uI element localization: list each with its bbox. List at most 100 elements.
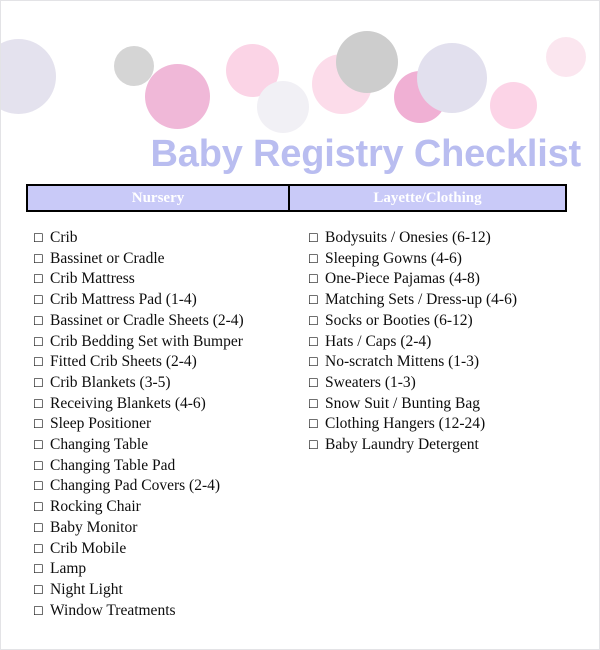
checklist-item[interactable]: ☐ Crib Mobile [33,539,303,560]
checklist-item-label: Crib Mattress Pad (1-4) [50,291,197,309]
checklist-item[interactable]: ☐ Rocking Chair [33,497,303,518]
checkbox-icon[interactable]: ☐ [33,311,50,332]
checklist-item-label: Bassinet or Cradle [50,249,165,267]
decorative-circle [546,37,586,77]
checklist-item-label: Changing Table [50,436,149,454]
checklist-item[interactable]: ☐ Matching Sets / Dress-up (4-6) [308,290,588,311]
checklist-item[interactable]: ☐ Baby Laundry Detergent [308,435,588,456]
checklist-item[interactable]: ☐ Crib Bedding Set with Bumper [33,332,303,353]
checklist-item[interactable]: ☐ Fitted Crib Sheets (2-4) [33,352,303,373]
checklist-item[interactable]: ☐ Lamp [33,559,303,580]
checklist-item[interactable]: ☐ Sleep Positioner [33,414,303,435]
checklist-item[interactable]: ☐ Bassinet or Cradle [33,249,303,270]
checklist-item-label: Sweaters (1-3) [325,373,416,391]
checkbox-icon[interactable]: ☐ [33,373,50,394]
checklist-nursery: ☐ Crib ☐ Bassinet or Cradle ☐ Crib Mattress ☐ C… [33,228,303,621]
checklist-item-label: Crib [50,229,78,246]
checkbox-icon[interactable]: ☐ [308,435,325,456]
checkbox-icon[interactable]: ☐ [33,352,50,373]
checkbox-icon[interactable]: ☐ [33,269,50,290]
checklist-item-label: Bassinet or Cradle Sheets (2-4) [50,311,244,329]
checkbox-icon[interactable]: ☐ [308,414,325,435]
decorative-bubble-band [1,1,599,136]
checklist-item-label: Window Treatments [50,601,176,619]
checklist-item-label: Receiving Blankets (4-6) [50,394,206,412]
decorative-circle [417,43,487,113]
checklist-item-label: Snow Suit / Bunting Bag [325,394,481,412]
checkbox-icon[interactable]: ☐ [33,332,50,353]
checkbox-icon[interactable]: ☐ [33,539,50,560]
checkbox-icon[interactable]: ☐ [33,414,50,435]
checklist-item-label: Clothing Hangers (12-24) [325,415,486,433]
checkbox-icon[interactable]: ☐ [33,394,50,415]
column-header-nursery: Nursery [28,186,290,210]
checkbox-icon[interactable]: ☐ [308,332,325,353]
checkbox-icon[interactable]: ☐ [308,269,325,290]
checkbox-icon[interactable]: ☐ [33,228,50,249]
checklist-item[interactable]: ☐ Window Treatments [33,601,303,622]
checklist-item[interactable]: ☐ Baby Monitor [33,518,303,539]
checkbox-icon[interactable]: ☐ [308,290,325,311]
checklist-item[interactable]: ☐ Sweaters (1-3) [308,373,588,394]
checklist-item[interactable]: ☐ Crib [33,228,303,249]
checklist-item-label: One-Piece Pajamas (4-8) [325,270,480,288]
checklist-item[interactable]: ☐ Changing Pad Covers (2-4) [33,476,303,497]
page-title: Baby Registry Checklist [150,133,582,175]
checklist-item-label: Hats / Caps (2-4) [325,332,432,350]
checkbox-icon[interactable]: ☐ [308,311,325,332]
checkbox-icon[interactable]: ☐ [33,601,50,622]
checklist-item-label: Sleeping Gowns (4-6) [325,249,462,267]
checklist-item-label: Crib Mattress [50,270,135,288]
checklist-item-label: Baby Monitor [50,518,138,536]
checklist-item-label: Crib Blankets (3-5) [50,373,171,391]
checklist-item-label: Baby Laundry Detergent [325,436,479,454]
decorative-circle [336,31,398,93]
checklist-item-label: Sleep Positioner [50,415,152,433]
checklist-item[interactable]: ☐ Bassinet or Cradle Sheets (2-4) [33,311,303,332]
checkbox-icon[interactable]: ☐ [308,373,325,394]
checkbox-icon[interactable]: ☐ [33,456,50,477]
decorative-circle [145,64,210,129]
column-header-layette: Layette/Clothing [373,189,482,206]
checklist-item[interactable]: ☐ Socks or Booties (6-12) [308,311,588,332]
checklist-item-label: Changing Pad Covers (2-4) [50,477,221,495]
checklist-item[interactable]: ☐ Night Light [33,580,303,601]
checklist-item[interactable]: ☐ Changing Table [33,435,303,456]
checklist-item[interactable]: ☐ One-Piece Pajamas (4-8) [308,269,588,290]
checklist-item[interactable]: ☐ Crib Blankets (3-5) [33,373,303,394]
checklist-layette: ☐ Bodysuits / Onesies (6-12) ☐ Sleeping Gow… [308,228,588,456]
checklist-item[interactable]: ☐ Clothing Hangers (12-24) [308,414,588,435]
checkbox-icon[interactable]: ☐ [308,394,325,415]
checklist-item[interactable]: ☐ Hats / Caps (2-4) [308,332,588,353]
checkbox-icon[interactable]: ☐ [33,497,50,518]
checklist-item[interactable]: ☐ Changing Table Pad [33,456,303,477]
checklist-item[interactable]: ☐ Snow Suit / Bunting Bag [308,394,588,415]
checklist-item[interactable]: ☐ Crib Mattress Pad (1-4) [33,290,303,311]
checklist-item[interactable]: ☐ No-scratch Mittens (1-3) [308,352,588,373]
checkbox-icon[interactable]: ☐ [33,435,50,456]
checkbox-icon[interactable]: ☐ [308,228,325,249]
checklist-item[interactable]: ☐ Sleeping Gowns (4-6) [308,249,588,270]
checklist-item-label: Bodysuits / Onesies (6-12) [325,229,491,246]
checkbox-icon[interactable]: ☐ [33,518,50,539]
checklist-item-label: Lamp [50,560,87,578]
checklist-item[interactable]: ☐ Bodysuits / Onesies (6-12) [308,228,588,249]
decorative-circle [490,82,537,129]
checkbox-icon[interactable]: ☐ [308,249,325,270]
checklist-item[interactable]: ☐ Receiving Blankets (4-6) [33,394,303,415]
checklist-item-label: Socks or Booties (6-12) [325,311,473,329]
checkbox-icon[interactable]: ☐ [33,559,50,580]
checkbox-icon[interactable]: ☐ [33,476,50,497]
checklist-item-label: No-scratch Mittens (1-3) [325,353,480,371]
checklist-item[interactable]: ☐ Crib Mattress [33,269,303,290]
checklist-page: Baby Registry Checklist Nursery Layette/… [0,0,600,650]
decorative-circle [257,81,309,133]
checkbox-icon[interactable]: ☐ [308,352,325,373]
checklist-column-nursery: ☐ Crib ☐ Bassinet or Cradle ☐ Crib Mattress ☐ C… [33,228,303,621]
checkbox-icon[interactable]: ☐ [33,290,50,311]
checklist-item-label: Night Light [50,580,123,598]
decorative-circle [1,39,56,114]
checkbox-icon[interactable]: ☐ [33,580,50,601]
checklist-item-label: Rocking Chair [50,498,141,516]
checkbox-icon[interactable]: ☐ [33,249,50,270]
